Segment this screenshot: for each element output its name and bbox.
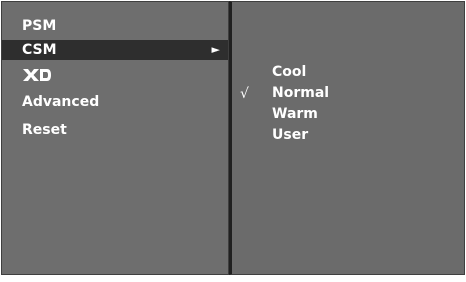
menu-item-csm[interactable]: CSM ► bbox=[2, 40, 228, 60]
submenu-arrow-icon: ► bbox=[211, 43, 220, 56]
submenu-item-normal[interactable]: Normal bbox=[272, 83, 329, 103]
submenu-item-label: User bbox=[272, 127, 309, 143]
menu-item-reset[interactable]: Reset bbox=[2, 120, 228, 140]
main-menu-panel: PSM CSM ► Advanced Reset bbox=[1, 1, 229, 275]
submenu-item-warm[interactable]: Warm bbox=[272, 104, 318, 124]
submenu-item-label: Cool bbox=[272, 64, 307, 80]
submenu-item-cool[interactable]: Cool bbox=[272, 62, 306, 82]
menu-item-label: Reset bbox=[22, 122, 67, 138]
menu-item-label: Advanced bbox=[22, 94, 100, 110]
menu-item-psm[interactable]: PSM bbox=[2, 16, 228, 36]
menu-item-label: CSM bbox=[22, 42, 57, 58]
submenu-item-user[interactable]: User bbox=[272, 125, 308, 145]
xd-logo-icon bbox=[23, 69, 51, 81]
menu-item-label: PSM bbox=[22, 18, 57, 34]
menu-item-xd[interactable] bbox=[2, 65, 228, 85]
check-mark-icon: √ bbox=[240, 86, 249, 102]
menu-item-advanced[interactable]: Advanced bbox=[2, 92, 228, 112]
submenu-item-label: Warm bbox=[272, 106, 318, 122]
submenu-item-label: Normal bbox=[272, 85, 330, 101]
tv-menu-screen: PSM CSM ► Advanced Reset Cool √ Normal W… bbox=[0, 0, 466, 282]
csm-submenu-panel: Cool √ Normal Warm User bbox=[229, 1, 465, 275]
